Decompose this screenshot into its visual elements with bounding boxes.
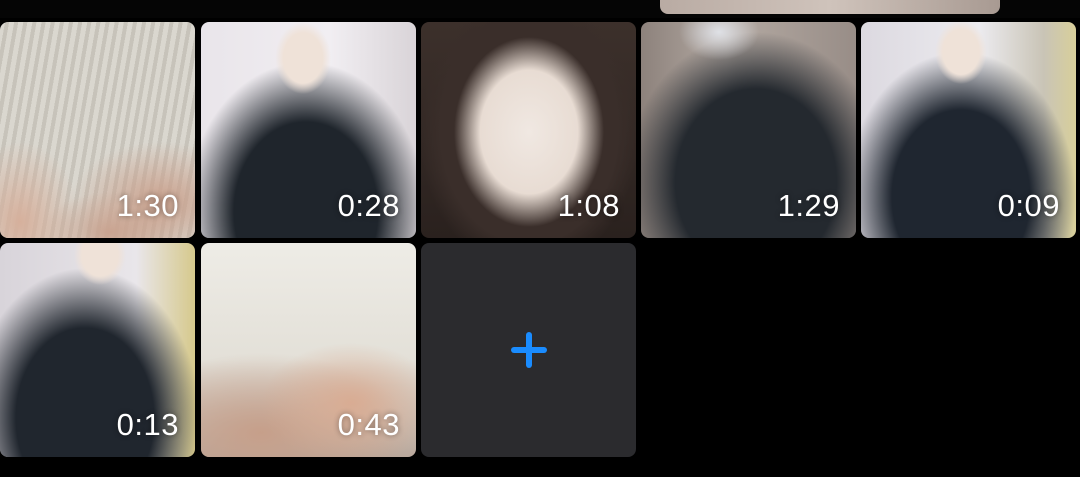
clip-tile[interactable]: 1:30: [0, 22, 195, 238]
clip-tile[interactable]: 1:08: [421, 22, 636, 238]
clip-tile[interactable]: 1:29: [641, 22, 856, 238]
clip-duration: 0:28: [337, 188, 400, 223]
add-clip-button[interactable]: [421, 243, 636, 457]
clip-tile[interactable]: 0:13: [0, 243, 195, 457]
clip-duration: 1:30: [116, 188, 179, 223]
clip-duration: 0:09: [997, 188, 1060, 223]
clip-tile[interactable]: 0:09: [861, 22, 1076, 238]
plus-icon: [509, 330, 549, 370]
clip-duration: 1:29: [777, 188, 840, 223]
clip-tile[interactable]: 0:28: [201, 22, 416, 238]
clip-duration: 1:08: [557, 188, 620, 223]
clip-tile[interactable]: 0:43: [201, 243, 416, 457]
clip-duration: 0:13: [116, 407, 179, 442]
clip-grid: 1:30 0:28 1:08 1:29 0:09 0:13 0:43: [0, 0, 1080, 477]
clip-duration: 0:43: [337, 407, 400, 442]
